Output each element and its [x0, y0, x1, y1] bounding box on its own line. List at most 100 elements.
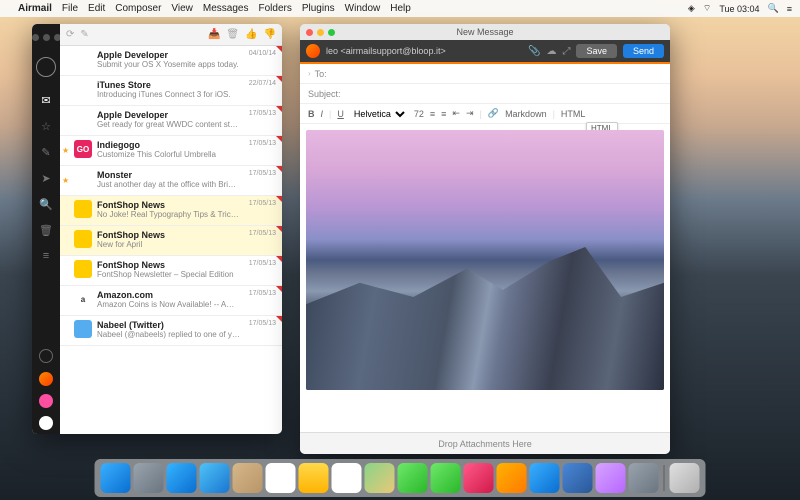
sent-icon[interactable]: ➤	[38, 170, 54, 186]
message-list[interactable]: Apple Developer Submit your OS X Yosemit…	[60, 46, 282, 434]
message-row[interactable]: Apple Developer Get ready for great WWDC…	[60, 106, 282, 136]
dock-app-safari[interactable]	[167, 463, 197, 493]
italic-button[interactable]: I	[321, 109, 324, 119]
maximize-icon[interactable]	[328, 29, 335, 36]
menu-window[interactable]: Window	[345, 3, 381, 14]
dock-app-contacts[interactable]	[233, 463, 263, 493]
account-2[interactable]	[39, 394, 53, 408]
from-address[interactable]: leo <airmailsupport@bloop.it>	[326, 46, 446, 56]
attach-icon[interactable]: 📎	[528, 46, 540, 57]
compose-icon[interactable]: ✎	[80, 29, 88, 40]
compose-titlebar[interactable]: New Message	[300, 24, 670, 40]
dock-app-preview[interactable]	[563, 463, 593, 493]
dock-app-finder[interactable]	[101, 463, 131, 493]
attachment-drop-zone[interactable]: Drop Attachments Here	[300, 432, 670, 454]
menu-plugins[interactable]: Plugins	[302, 3, 335, 14]
wifi-icon[interactable]: ⌔	[703, 3, 711, 14]
close-icon[interactable]	[306, 29, 313, 36]
message-date: 17/05/13	[249, 260, 276, 267]
window-controls[interactable]	[32, 30, 61, 49]
menu-help[interactable]: Help	[390, 3, 411, 14]
expand-icon[interactable]: ⤢	[562, 46, 570, 57]
thumbs-up-icon[interactable]: 👍	[245, 29, 257, 40]
dock-app-appstore[interactable]	[530, 463, 560, 493]
app-menu[interactable]: Airmail	[18, 3, 52, 14]
account-1[interactable]	[39, 372, 53, 386]
airplay-icon[interactable]: ◈	[688, 3, 695, 14]
thumbs-down-icon[interactable]: 👎	[264, 29, 276, 40]
account-3[interactable]	[39, 416, 53, 430]
send-button[interactable]: Send	[623, 44, 664, 58]
font-select[interactable]: Helvetica	[350, 108, 408, 120]
menu-file[interactable]: File	[62, 3, 78, 14]
subject-field[interactable]: Subject:	[300, 84, 670, 104]
compose-body[interactable]	[300, 124, 670, 432]
airmail-logo-icon[interactable]	[36, 57, 56, 77]
compose-window-controls[interactable]	[306, 29, 335, 36]
dock-app-facetime[interactable]	[431, 463, 461, 493]
archive-icon[interactable]: 📥	[208, 29, 220, 40]
more-icon[interactable]: ≡	[38, 248, 54, 264]
dock-app-calendar[interactable]	[266, 463, 296, 493]
inbox-icon[interactable]: ✉	[38, 92, 54, 108]
message-row[interactable]: Apple Developer Submit your OS X Yosemit…	[60, 46, 282, 76]
expand-recipients-icon[interactable]: ›	[308, 69, 311, 78]
spotlight-icon[interactable]: 🔍	[768, 3, 779, 14]
html-toggle[interactable]: HTML	[561, 109, 586, 119]
dock-trash[interactable]	[670, 463, 700, 493]
flag-icon	[276, 136, 282, 142]
cloud-icon[interactable]: ☁	[546, 46, 556, 57]
dock-app-notes[interactable]	[299, 463, 329, 493]
notifications-icon[interactable]: ≡	[787, 4, 792, 14]
sender-avatar	[74, 110, 92, 128]
message-row[interactable]: Nabeel (Twitter) Nabeel (@nabeels) repli…	[60, 316, 282, 346]
dock-app-mail[interactable]	[200, 463, 230, 493]
sender-avatar	[74, 320, 92, 338]
dock-app-itunes[interactable]	[464, 463, 494, 493]
message-row[interactable]: FontShop News No Joke! Real Typography T…	[60, 196, 282, 226]
markdown-toggle[interactable]: Markdown	[505, 109, 547, 119]
dock-app-ibooks[interactable]	[497, 463, 527, 493]
to-field[interactable]: › To:	[300, 64, 670, 84]
message-preview: Introducing iTunes Connect 3 for iOS.	[97, 90, 276, 99]
underline-button[interactable]: U	[337, 109, 344, 119]
snooze-icon[interactable]	[39, 349, 53, 363]
dock-app-airmail[interactable]	[596, 463, 626, 493]
from-account-icon[interactable]	[306, 44, 320, 58]
menu-edit[interactable]: Edit	[88, 3, 105, 14]
message-row[interactable]: GO Indiegogo Customize This Colorful Umb…	[60, 136, 282, 166]
minimize-icon[interactable]	[317, 29, 324, 36]
message-row[interactable]: FontShop News New for April 17/05/13	[60, 226, 282, 256]
drafts-icon[interactable]: ✎	[38, 144, 54, 160]
embedded-image[interactable]	[306, 130, 664, 390]
link-icon[interactable]: 🔗	[488, 108, 499, 119]
dock-app-reminders[interactable]	[332, 463, 362, 493]
dock-app-system-prefs[interactable]	[629, 463, 659, 493]
bold-button[interactable]: B	[308, 109, 315, 119]
align-center-icon[interactable]: ≡	[441, 109, 446, 119]
dock-app-messages[interactable]	[398, 463, 428, 493]
dock-app-maps[interactable]	[365, 463, 395, 493]
font-size[interactable]: 72	[414, 109, 424, 119]
dock	[95, 459, 706, 497]
sender-avatar: GO	[74, 140, 92, 158]
clock[interactable]: Tue 03:04	[719, 4, 759, 14]
message-row[interactable]: FontShop News FontShop Newsletter – Spec…	[60, 256, 282, 286]
menu-composer[interactable]: Composer	[115, 3, 161, 14]
message-row[interactable]: a Amazon.com Amazon Coins is Now Availab…	[60, 286, 282, 316]
delete-icon[interactable]: 🗑	[226, 29, 239, 40]
indent-icon[interactable]: ⇥	[466, 108, 474, 119]
refresh-icon[interactable]: ⟳	[66, 29, 74, 40]
outdent-icon[interactable]: ⇤	[452, 108, 460, 119]
message-row[interactable]: Monster Just another day at the office w…	[60, 166, 282, 196]
search-icon[interactable]: 🔍	[38, 196, 54, 212]
dock-app-launchpad[interactable]	[134, 463, 164, 493]
save-button[interactable]: Save	[576, 44, 617, 58]
menu-messages[interactable]: Messages	[203, 3, 249, 14]
align-left-icon[interactable]: ≡	[430, 109, 435, 119]
menu-folders[interactable]: Folders	[258, 3, 291, 14]
starred-icon[interactable]: ☆	[38, 118, 54, 134]
menu-view[interactable]: View	[171, 3, 193, 14]
trash-icon[interactable]: 🗑	[38, 222, 54, 238]
message-row[interactable]: iTunes Store Introducing iTunes Connect …	[60, 76, 282, 106]
